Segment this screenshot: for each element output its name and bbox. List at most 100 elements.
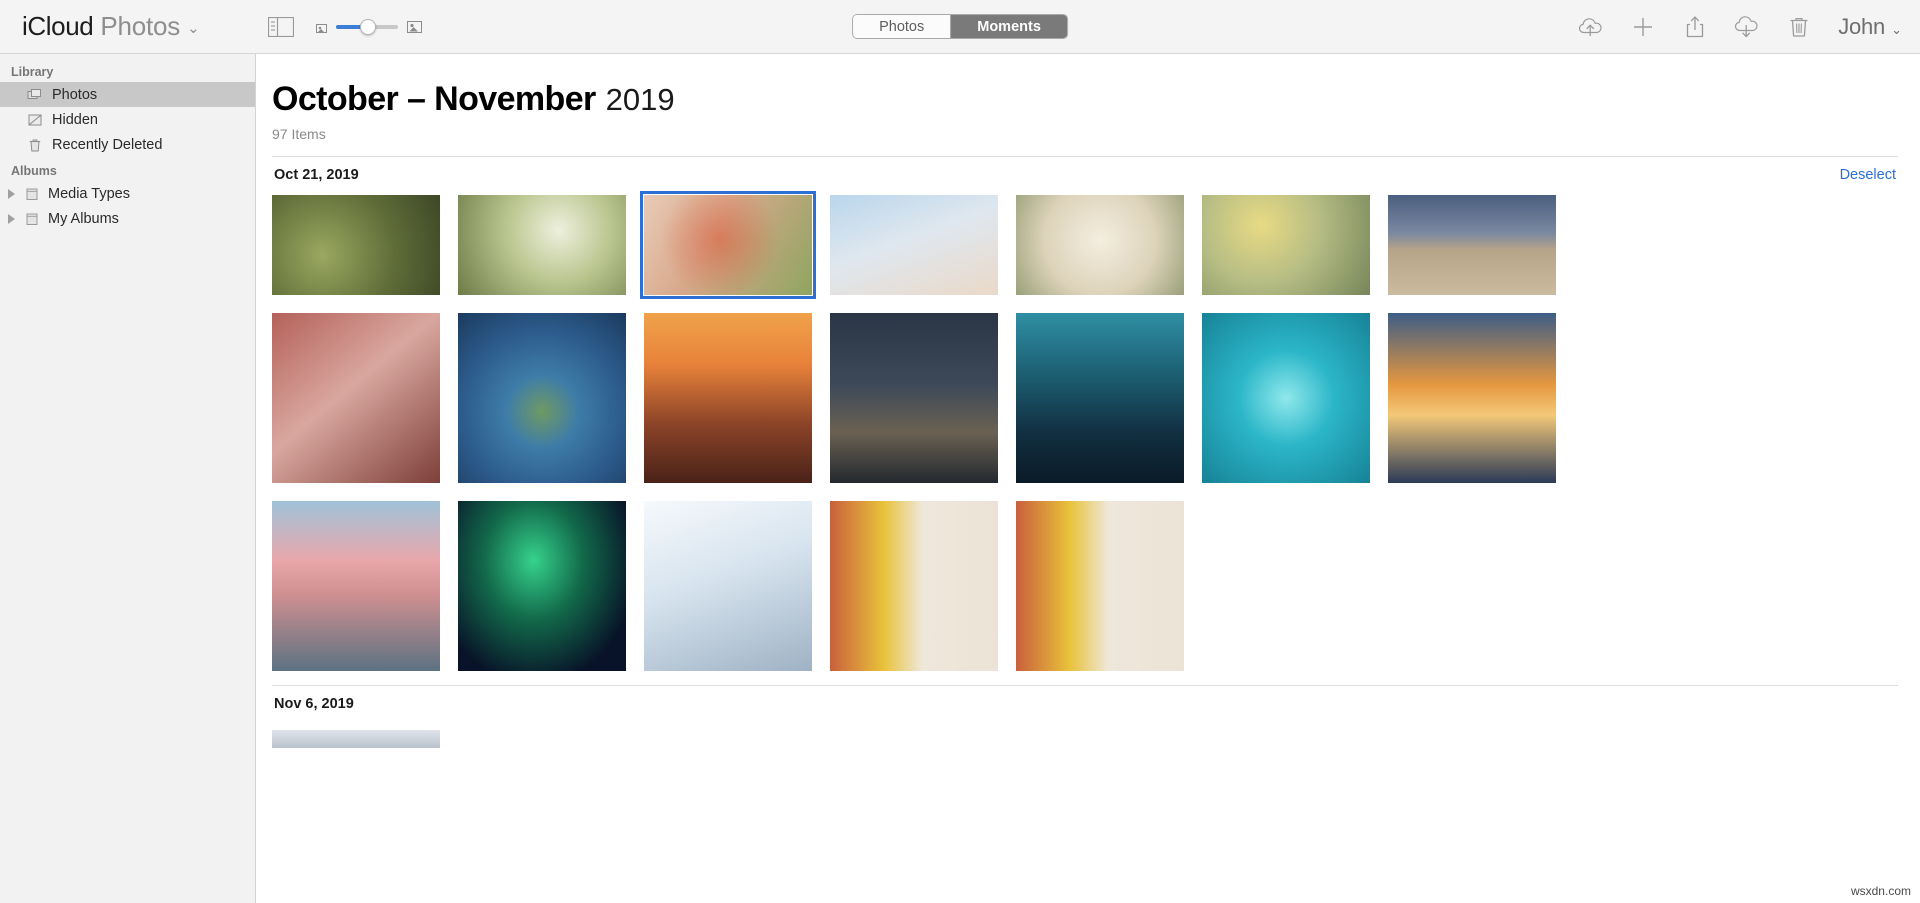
view-mode-segmented-control[interactable]: Photos Moments — [852, 14, 1068, 39]
sidebar-item-hidden[interactable]: Hidden — [0, 107, 255, 132]
photo-content-area: October – November 2019 97 Items Oct 21,… — [256, 54, 1920, 903]
photo-cell[interactable] — [1202, 195, 1370, 295]
photos-stack-icon — [27, 87, 43, 103]
photo-cell[interactable] — [1016, 195, 1184, 295]
photo-partial-preview[interactable] — [272, 730, 440, 748]
tab-photos[interactable]: Photos — [853, 15, 951, 38]
photo-cell[interactable] — [272, 195, 440, 295]
photo-cell[interactable] — [272, 501, 440, 671]
photo-desert-road[interactable] — [1388, 195, 1556, 295]
photo-cell[interactable] — [272, 730, 440, 748]
photo-cell[interactable] — [830, 313, 998, 483]
brand-photos-label: Photos — [100, 11, 181, 41]
page-title: October – November 2019 — [272, 54, 1898, 119]
date-header-oct: Oct 21, 2019 Deselect — [272, 156, 1898, 191]
slider-knob[interactable] — [359, 18, 376, 35]
date-label: Nov 6, 2019 — [274, 696, 354, 712]
photo-cell[interactable] — [458, 195, 626, 295]
photo-cell-selected[interactable] — [640, 191, 816, 299]
trash-icon — [27, 137, 43, 153]
sidebar-item-media-types[interactable]: Media Types — [0, 181, 255, 206]
sidebar-section-library: Library — [11, 65, 54, 79]
watermark-label: wsxdn.com — [1847, 883, 1914, 899]
photo-night-city-street[interactable] — [830, 313, 998, 483]
photo-palm-street-sunset[interactable] — [644, 313, 812, 483]
thumbnail-size-slider[interactable] — [315, 18, 422, 35]
photo-cell[interactable] — [272, 313, 440, 483]
photo-eiffel-tower-sunset[interactable] — [1388, 313, 1556, 483]
date-label: Oct 21, 2019 — [274, 167, 359, 183]
account-menu[interactable]: John ⌄ — [1838, 14, 1902, 40]
page-title-range: October – November — [272, 80, 596, 118]
photo-cell[interactable] — [830, 501, 998, 671]
disclosure-triangle-icon[interactable] — [8, 188, 15, 199]
app-title[interactable]: iCloud Photos ⌄ — [22, 11, 200, 42]
photo-tiny-planet-castle[interactable] — [458, 313, 626, 483]
sidebar: Library Photos Hidden Recently Deleted A… — [0, 54, 256, 903]
photo-heart-island-lagoon[interactable] — [1202, 313, 1370, 483]
sidebar-item-label: My Albums — [48, 210, 119, 227]
photo-ginkgo-window-1[interactable] — [830, 501, 998, 671]
photo-cell[interactable] — [1388, 313, 1556, 483]
sidebar-toggle-icon[interactable] — [267, 16, 294, 37]
account-name-label: John — [1838, 13, 1886, 39]
photo-snow-forest-river[interactable] — [644, 501, 812, 671]
photo-yellow-rose[interactable] — [1202, 195, 1370, 295]
photo-cell[interactable] — [1016, 313, 1184, 483]
photo-city-skyline-dusk[interactable] — [1016, 313, 1184, 483]
photo-sky-pastel[interactable] — [830, 195, 998, 295]
sidebar-item-label: Recently Deleted — [52, 136, 163, 153]
tab-moments[interactable]: Moments — [950, 15, 1067, 38]
sidebar-item-recently-deleted[interactable]: Recently Deleted — [0, 132, 255, 157]
sidebar-item-photos[interactable]: Photos — [0, 82, 255, 107]
photo-cell[interactable] — [830, 195, 998, 295]
photo-cell[interactable] — [1016, 501, 1184, 671]
chevron-down-icon[interactable]: ⌄ — [187, 19, 200, 37]
photo-grid-row-2 — [272, 313, 1898, 483]
brand-icloud-label: iCloud — [22, 11, 94, 41]
photo-grid-row-4-partial — [272, 730, 1898, 748]
share-icon[interactable] — [1682, 14, 1708, 40]
app-toolbar: iCloud Photos ⌄ Photos Moments John ⌄ — [0, 0, 1920, 54]
photo-blossom-tree[interactable] — [458, 195, 626, 295]
hidden-icon — [27, 112, 43, 128]
sidebar-item-my-albums[interactable]: My Albums — [0, 206, 255, 231]
upload-icon[interactable] — [1578, 14, 1604, 40]
photo-cell[interactable] — [644, 313, 812, 483]
photo-white-roses[interactable] — [1016, 195, 1184, 295]
sidebar-item-label: Media Types — [48, 185, 130, 202]
thumbnail-large-icon — [406, 19, 422, 34]
slider-track[interactable] — [335, 18, 398, 35]
date-header-nov: Nov 6, 2019 — [272, 685, 1898, 720]
photo-cell[interactable] — [644, 501, 812, 671]
photo-cell[interactable] — [458, 313, 626, 483]
photo-cell[interactable] — [458, 501, 626, 671]
photo-cell[interactable] — [1388, 195, 1556, 295]
sidebar-section-albums: Albums — [11, 164, 57, 178]
sidebar-item-label: Hidden — [52, 111, 98, 128]
view-controls — [267, 16, 422, 37]
photo-birdhouse-autumn[interactable] — [272, 195, 440, 295]
photo-pink-blossom-wall[interactable] — [272, 313, 440, 483]
photo-grid-row-1 — [272, 191, 1898, 299]
thumbnail-small-icon — [315, 21, 327, 33]
chevron-down-icon: ⌄ — [1891, 21, 1902, 37]
deselect-button[interactable]: Deselect — [1840, 167, 1896, 183]
main-area: Library Photos Hidden Recently Deleted A… — [0, 54, 1920, 903]
photo-ginkgo-window-2[interactable] — [1016, 501, 1184, 671]
album-folder-icon — [24, 186, 40, 202]
item-count-label: 97 Items — [272, 126, 326, 142]
album-folder-icon — [24, 211, 40, 227]
photo-lake-pink-clouds[interactable] — [272, 501, 440, 671]
photo-grid-row-3 — [272, 501, 1898, 671]
delete-icon[interactable] — [1786, 14, 1812, 40]
toolbar-actions: John ⌄ — [1578, 14, 1902, 40]
photo-red-leaf-hand[interactable] — [640, 191, 816, 299]
disclosure-triangle-icon[interactable] — [8, 213, 15, 224]
add-icon[interactable] — [1630, 14, 1656, 40]
sidebar-item-label: Photos — [52, 86, 98, 103]
page-title-year: 2019 — [605, 82, 675, 117]
download-icon[interactable] — [1734, 14, 1760, 40]
photo-cell[interactable] — [1202, 313, 1370, 483]
photo-aurora-green[interactable] — [458, 501, 626, 671]
